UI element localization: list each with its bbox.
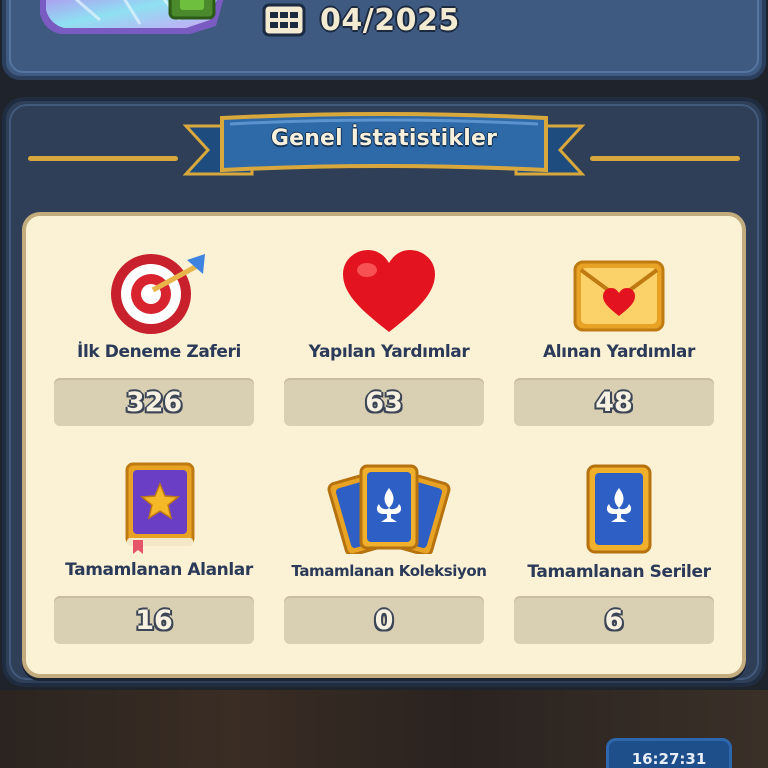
stat-value: 6 [514,596,714,644]
stat-label: Alınan Yardımlar [542,342,695,362]
heart-envelope-icon [573,260,665,332]
stat-label: Tamamlanan Koleksiyon [291,562,487,580]
date-display: 04/2025 [262,0,460,40]
stat-label: Tamamlanan Seriler [527,562,711,582]
divider-right [590,156,740,161]
stat-label: Yapılan Yardımlar [308,342,470,362]
stat-value: 326 [54,378,254,426]
timer-text: 16:27:31 [631,750,707,768]
fleur-cards-fan-icon [327,464,451,554]
stat-value: 48 [514,378,714,426]
stat-label: Tamamlanan Alanlar [65,560,253,580]
section-title: Genel İstatistikler [270,126,498,151]
stat-value: 16 [54,596,254,644]
calendar-icon [262,3,306,37]
date-text: 04/2025 [320,2,460,38]
star-book-icon [125,462,195,554]
heart-icon [343,250,435,332]
crystal-badge-icon [40,0,224,34]
divider-left [28,156,178,161]
stat-value: 63 [284,378,484,426]
fleur-card-icon [586,464,652,554]
stat-label: İlk Deneme Zaferi [77,342,241,362]
target-arrow-icon [111,254,205,334]
timer-badge: 16:27:31 [606,738,732,768]
stat-value: 0 [284,596,484,644]
